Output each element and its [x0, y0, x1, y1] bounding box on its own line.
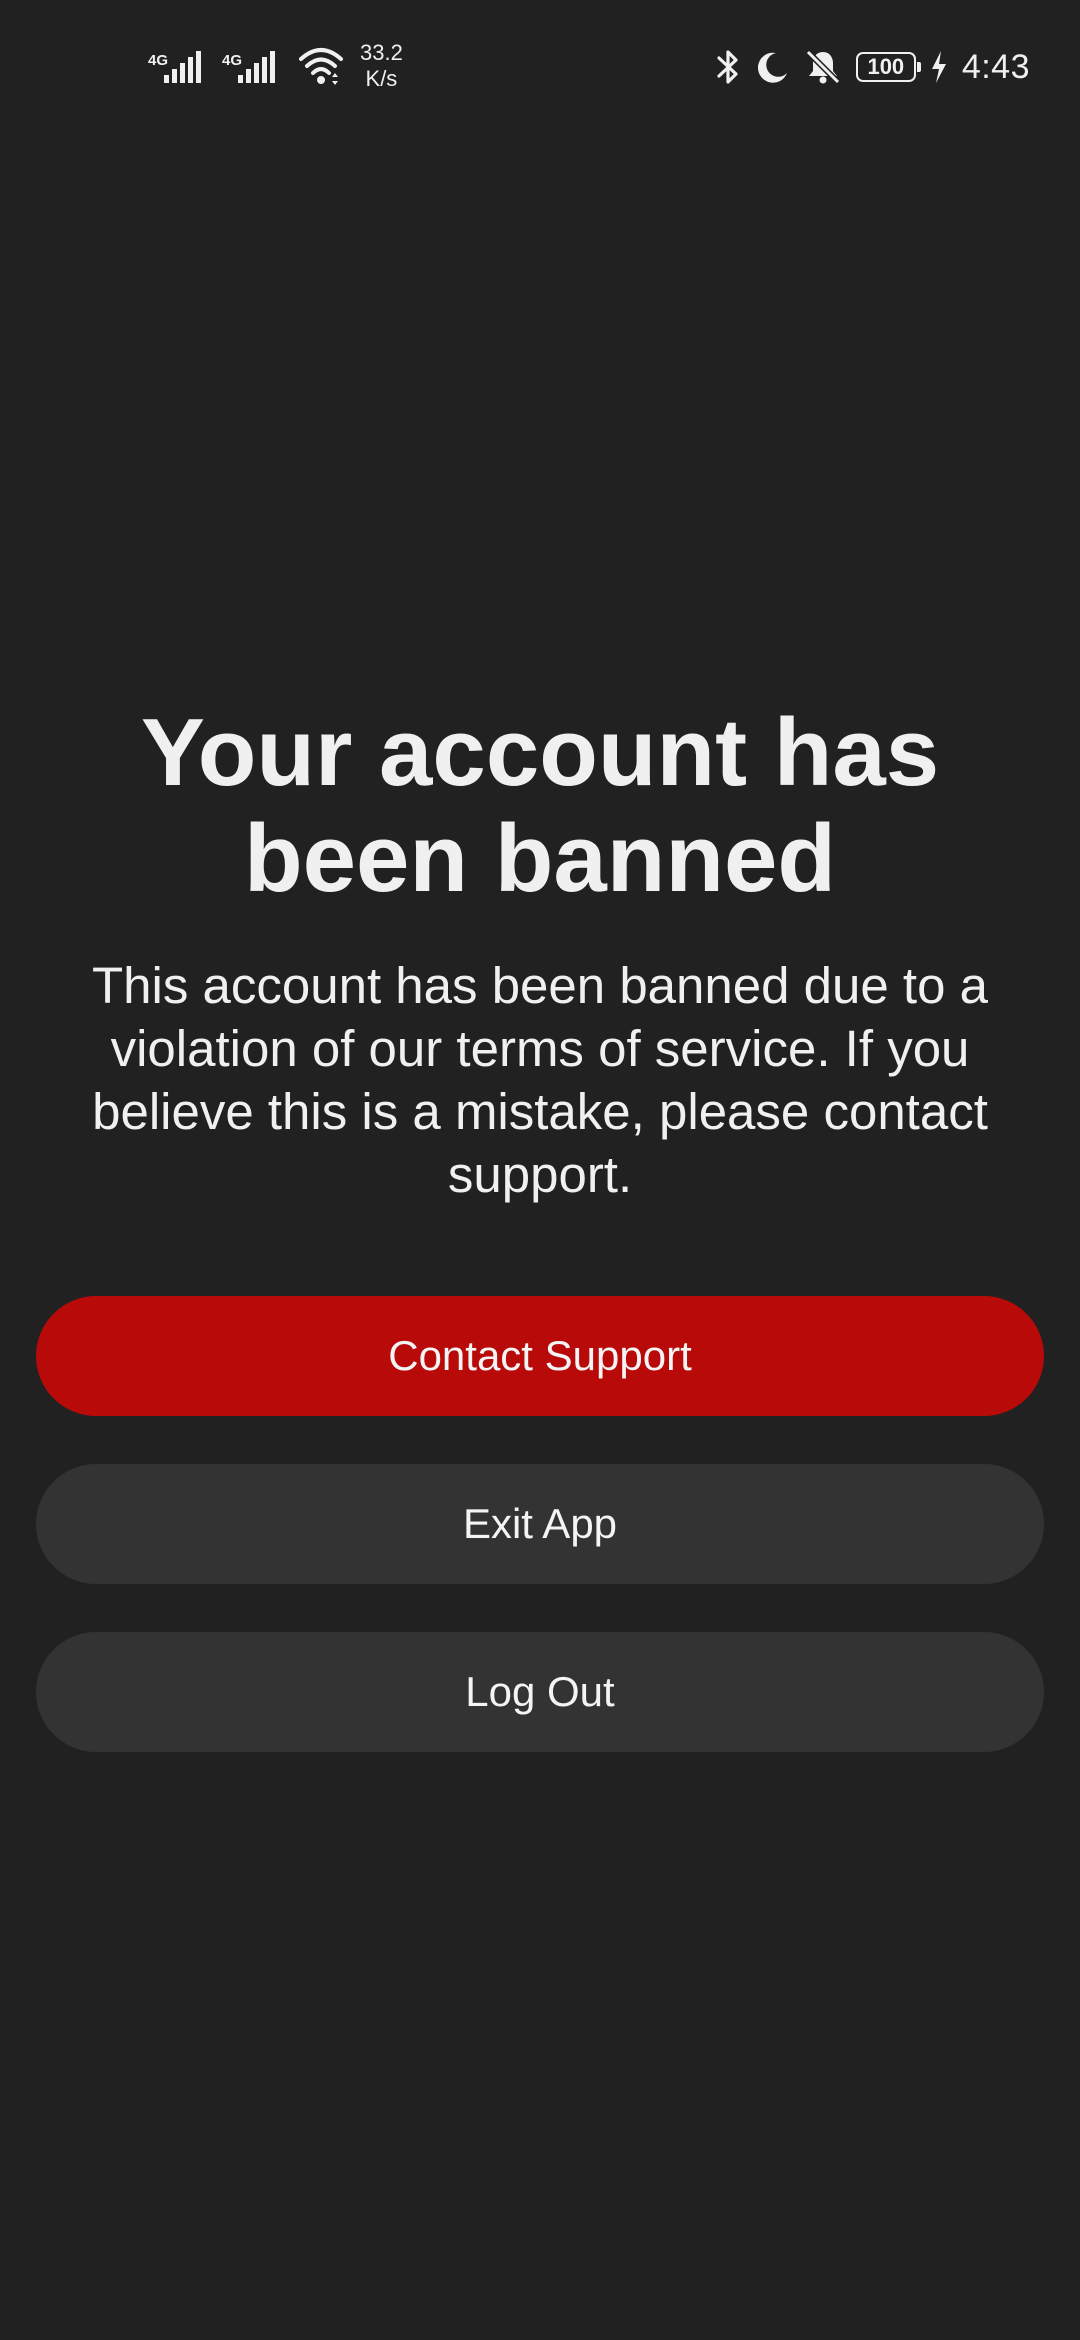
bluetooth-icon: [717, 50, 738, 84]
action-buttons: Contact Support Exit App Log Out: [36, 1296, 1044, 1800]
status-bar: 4G 4G 33.2 K/s 100 4:43: [0, 0, 1080, 130]
log-out-button[interactable]: Log Out: [36, 1632, 1044, 1752]
clock: 4:43: [961, 47, 1030, 86]
signal-icon: [164, 51, 201, 83]
exit-app-label: Exit App: [462, 1500, 618, 1547]
sim2-signal: 4G: [220, 43, 280, 89]
status-bar-left: 4G 4G 33.2 K/s: [146, 36, 403, 96]
network-speed-value: 33.2: [360, 40, 403, 65]
status-bar-right: 100 4:43: [716, 40, 1030, 94]
exit-app-button[interactable]: Exit App: [36, 1464, 1044, 1584]
charging-icon: [931, 51, 946, 83]
sim1-signal: 4G: [146, 43, 206, 89]
ban-notice: Your account has been banned This accoun…: [0, 700, 1080, 1206]
contact-support-button[interactable]: Contact Support: [36, 1296, 1044, 1416]
battery-icon: 100: [855, 52, 921, 82]
moon-icon: [757, 52, 787, 83]
log-out-label: Log Out: [465, 1668, 615, 1715]
network-speed-unit: K/s: [365, 66, 398, 91]
wifi-icon: [299, 48, 343, 85]
ban-message: This account has been banned due to a vi…: [91, 957, 988, 1203]
contact-support-label: Contact Support: [388, 1332, 692, 1379]
signal-icon: [238, 51, 275, 83]
battery-level: 100: [867, 54, 905, 79]
network-speed: 33.2 K/s: [360, 40, 403, 92]
page-title: Your account has been banned: [140, 699, 940, 912]
bell-off-icon: [805, 49, 840, 85]
